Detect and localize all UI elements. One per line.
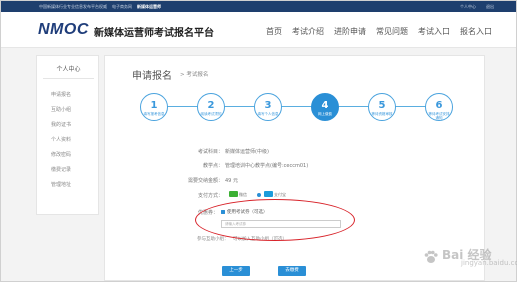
watermark: Bai 经验 jingyan.baidu.com	[423, 246, 517, 268]
sidebar-item-password[interactable]: 修改密码	[51, 151, 71, 158]
site-title: 新媒体运营师考试报名平台	[94, 28, 214, 39]
top-link[interactable]: 电子商务网	[112, 4, 132, 9]
alipay-label[interactable]: 支付宝	[274, 192, 286, 198]
top-bar: 中国新媒体行业专业信息发布平台权威 电子商务网 新媒体运营师 个人中心 退出	[1, 1, 516, 12]
step-label: 填写个人信息	[257, 112, 279, 116]
sidebar-title: 个人中心	[56, 66, 81, 73]
wechat-pay-icon[interactable]	[229, 191, 238, 197]
sidebar-divider	[43, 78, 94, 79]
sidebar-item-profile[interactable]: 个人资料	[51, 136, 71, 143]
step-number: 6	[435, 100, 443, 111]
logout-link[interactable]: 退出	[486, 4, 494, 9]
nav-faq[interactable]: 常见问题	[376, 27, 408, 36]
step-2[interactable]: 2 阅读考试须知	[197, 93, 225, 121]
step-label: 阅读考试须知	[200, 112, 222, 116]
sidebar-item-apply[interactable]: 申请报名	[51, 91, 71, 98]
main-nav: 首页 考试介绍 进阶申请 常见问题 考试入口 报名入口	[266, 26, 502, 37]
fee-value: 49 元	[225, 178, 238, 184]
alipay-radio[interactable]	[257, 193, 261, 197]
fee-label: 需要交纳金额：	[187, 178, 223, 184]
teaching-point-label: 教学点：	[202, 163, 223, 169]
step-label: 等待考试安排通知	[428, 112, 450, 120]
step-label: 网上缴费	[318, 112, 332, 116]
sidebar-item-group[interactable]: 互助小组	[51, 106, 71, 113]
payment-method-label: 支付方式：	[197, 193, 223, 199]
watermark-subtext: jingyan.baidu.com	[461, 259, 517, 267]
sidebar-item-certificates[interactable]: 我的证书	[51, 121, 71, 128]
nav-exam-entry[interactable]: 考试入口	[418, 27, 450, 36]
step-number: 2	[207, 100, 215, 111]
top-links: 中国新媒体行业专业信息发布平台权威 电子商务网 新媒体运营师	[39, 4, 166, 10]
group-label: 参与互助小组：	[197, 237, 229, 242]
user-center-link[interactable]: 个人中心	[460, 4, 476, 9]
pay-button[interactable]: 去缴费	[278, 266, 306, 276]
sidebar-item-payments[interactable]: 缴费记录	[51, 166, 71, 173]
exam-subject-value: 新媒体运营师(中级)	[225, 149, 269, 155]
nav-register-entry[interactable]: 报名入口	[460, 27, 492, 36]
nav-advance-apply[interactable]: 进阶申请	[334, 27, 366, 36]
step-label: 填写报考信息	[143, 112, 165, 116]
step-label: 等待资格审核	[371, 112, 393, 116]
top-link-current[interactable]: 新媒体运营师	[137, 4, 161, 9]
sidebar-item-address[interactable]: 管理地址	[51, 181, 71, 188]
step-number: 4	[321, 100, 329, 111]
step-1[interactable]: 1 填写报考信息	[140, 93, 168, 121]
nav-home[interactable]: 首页	[266, 27, 282, 36]
alipay-icon[interactable]	[264, 191, 273, 197]
step-3[interactable]: 3 填写个人信息	[254, 93, 282, 121]
step-6[interactable]: 6 等待考试安排通知	[425, 93, 453, 121]
wechat-pay-label[interactable]: 微信	[239, 192, 247, 198]
logo[interactable]: NMOC	[38, 21, 89, 39]
prev-step-button[interactable]: 上一步	[222, 266, 250, 276]
site-header: NMOC 新媒体运营师考试报名平台 首页 考试介绍 进阶申请 常见问题 考试入口 报名入口	[1, 12, 516, 48]
exam-subject-label: 考试科目：	[197, 149, 223, 155]
nav-exam-intro[interactable]: 考试介绍	[292, 27, 324, 36]
step-4-current[interactable]: 4 网上缴费	[311, 93, 339, 121]
teaching-point-value: 管理培训中心教学点(编号:ceccm01)	[225, 163, 309, 169]
step-number: 5	[378, 100, 386, 111]
page-title: 申请报名	[132, 71, 172, 82]
paw-icon	[424, 250, 438, 263]
breadcrumb: > 考试报名	[180, 72, 209, 78]
step-number: 1	[150, 100, 158, 111]
sidebar: 个人中心 申请报名 互助小组 我的证书 个人资料 修改密码 缴费记录 管理地址	[36, 55, 99, 215]
top-right-links: 个人中心 退出	[450, 4, 494, 10]
step-number: 3	[264, 100, 272, 111]
top-link[interactable]: 中国新媒体行业专业信息发布平台权威	[39, 4, 107, 9]
highlight-ellipse	[195, 199, 355, 241]
step-5[interactable]: 5 等待资格审核	[368, 93, 396, 121]
